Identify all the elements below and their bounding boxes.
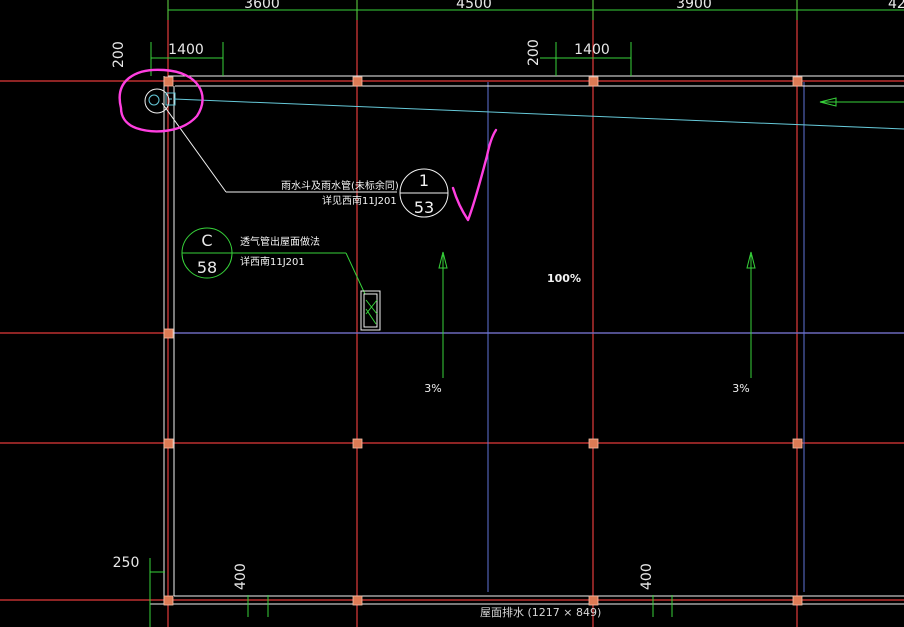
drain-label-line-1: 雨水斗及雨水管(未标余同)	[281, 179, 399, 192]
column-lower-4	[792, 438, 803, 449]
column-top-2	[352, 76, 363, 87]
drain-detail-number: 1	[419, 171, 429, 190]
slope-markers: 3% 3% 100%	[424, 97, 904, 395]
roof-drainage-drawing[interactable]: 3600 4500 3900 42 200 1400 200 1400 250 …	[0, 0, 904, 627]
drain-leader-line	[161, 102, 227, 193]
review-markup	[118, 68, 498, 222]
slope-left-label: 3%	[424, 382, 441, 395]
vent-hatch-icon	[365, 299, 378, 325]
dim-200-left: 200	[111, 41, 127, 68]
dim-3600-label: 3600	[244, 0, 280, 12]
check-mark-annotation	[451, 128, 498, 222]
column-bottom-1	[163, 595, 174, 606]
column-top-4	[792, 76, 803, 87]
secondary-lines	[168, 82, 904, 592]
vent-detail-letter: C	[201, 231, 212, 250]
drain-inner-icon	[148, 94, 160, 106]
vent-detail-page: 58	[197, 258, 217, 277]
dim-1400-mid: 1400	[574, 42, 610, 58]
dim-42-label: 42	[888, 0, 904, 12]
column-top-3	[588, 76, 599, 87]
dim-400-left: 400	[233, 563, 249, 590]
dim-3900-label: 3900	[676, 0, 712, 12]
axis-grid	[0, 0, 904, 627]
vent-label-line-1: 透气管出屋面做法	[240, 235, 320, 248]
dim-200-mid: 200	[526, 39, 542, 66]
column-lower-2	[352, 438, 363, 449]
drain-label-line-2: 详见西南11J201	[322, 194, 397, 207]
vent-label-line-2: 详西南11J201	[240, 255, 305, 268]
dim-250: 250	[113, 555, 140, 571]
slope-right-label: 3%	[732, 382, 749, 395]
drain-slope-line	[173, 98, 904, 130]
dim-400-right: 400	[639, 563, 655, 590]
roof-area-percent: 100%	[547, 272, 581, 285]
cad-canvas[interactable]: 3600 4500 3900 42 200 1400 200 1400 250 …	[0, 0, 904, 627]
column-top-1	[163, 76, 174, 87]
top-dimension: 3600 4500 3900 42	[167, 0, 904, 20]
column-markers	[163, 76, 803, 606]
rainwater-drain-group: 雨水斗及雨水管(未标余同) 详见西南11J201 1 53	[144, 88, 904, 218]
vent-leader-line	[345, 252, 366, 295]
column-mid-1	[163, 328, 174, 339]
red-circle-mark	[118, 68, 204, 133]
drain-detail-page: 53	[414, 198, 434, 217]
column-lower-3	[588, 438, 599, 449]
column-lower-1	[163, 438, 174, 449]
wall-outlines	[150, 75, 904, 605]
vent-detail-group: C 58 透气管出屋面做法 详西南11J201	[181, 227, 381, 331]
dim-1400-left: 1400	[168, 42, 204, 58]
column-bottom-4	[792, 595, 803, 606]
status-bar: 屋面排水 (1217 × 849)	[480, 606, 602, 619]
dim-4500-label: 4500	[456, 0, 492, 12]
column-bottom-2	[352, 595, 363, 606]
